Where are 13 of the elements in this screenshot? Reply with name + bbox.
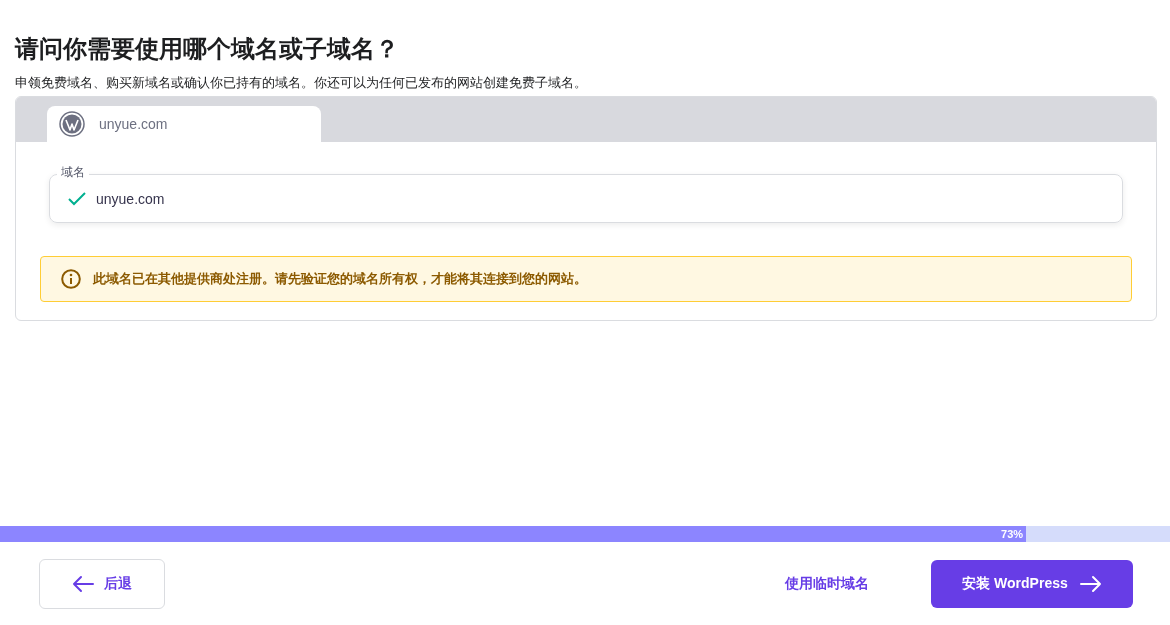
install-button[interactable]: 安装 WordPress — [931, 559, 1133, 608]
field-label: 域名 — [57, 164, 89, 181]
info-icon — [61, 269, 81, 289]
domain-tab[interactable]: unyue.com — [47, 106, 321, 142]
arrow-left-icon — [72, 574, 94, 593]
back-button[interactable]: 后退 — [39, 558, 165, 609]
temporary-domain-link[interactable]: 使用临时域名 — [779, 573, 875, 594]
page-subtitle: 申领免费域名、购买新域名或确认你已持有的域名。你还可以为任何已发布的网站创建免费子域名。 — [15, 74, 588, 92]
progress-reading: 73% — [1001, 528, 1025, 540]
wordpress-icon — [59, 111, 85, 137]
arrow-right-icon — [1079, 574, 1102, 593]
page-heading: 请问你需要使用哪个域名或子域名？ — [15, 34, 400, 64]
notice-text: 此域名已在其他提供商处注册。请先验证您的域名所有权，才能将其连接到您的网站。 — [93, 270, 587, 288]
